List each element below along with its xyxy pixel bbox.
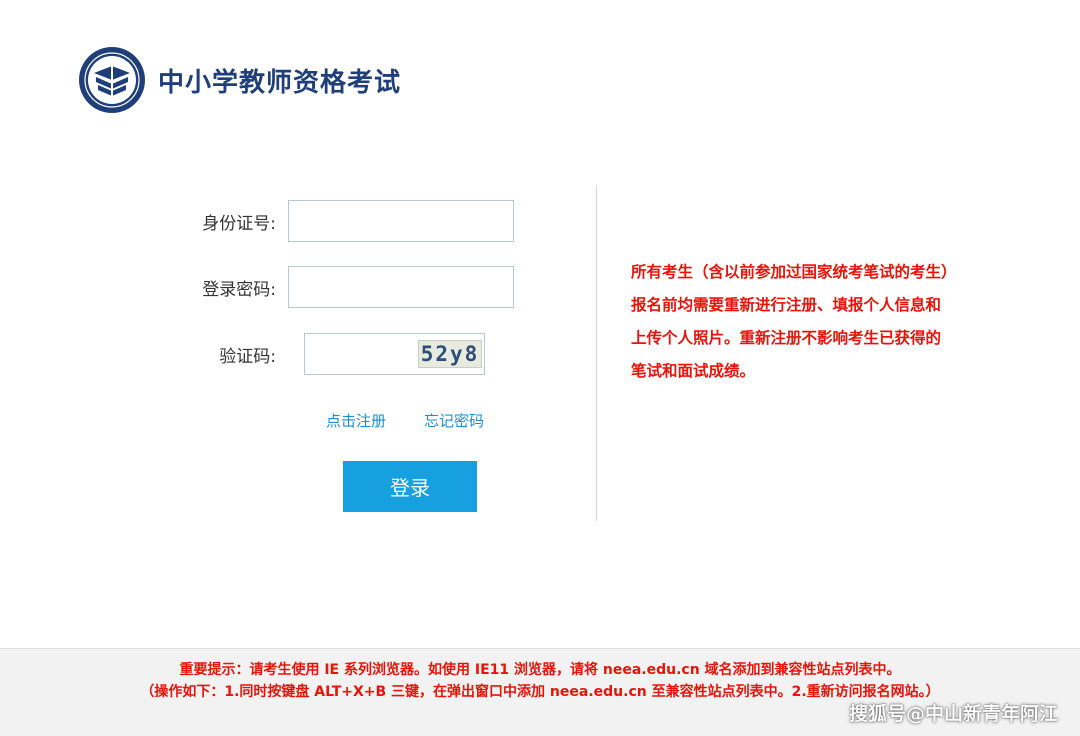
registration-notice: 所有考生（含以前参加过国家统考笔试的考生）报名前均需要重新进行注册、填报个人信息…	[631, 263, 949, 380]
register-link[interactable]: 点击注册	[326, 410, 386, 431]
footer-tip-line-1: 重要提示：请考生使用 IE 系列浏览器。如使用 IE11 浏览器，请将 neea…	[179, 662, 901, 678]
book-emblem-icon	[79, 47, 145, 113]
site-header: 中小学教师资格考试	[78, 46, 401, 114]
site-title: 中小学教师资格考试	[158, 67, 402, 98]
login-button[interactable]: 登录	[343, 461, 477, 512]
captcha-image[interactable]: 52y8	[418, 340, 482, 368]
captcha-field: 52y8	[304, 333, 485, 375]
forgot-password-link[interactable]: 忘记密码	[424, 410, 484, 431]
captcha-label: 验证码:	[219, 346, 276, 367]
id-number-input[interactable]	[288, 200, 514, 242]
password-label: 登录密码:	[202, 279, 276, 300]
form-links: 点击注册 忘记密码	[326, 410, 484, 431]
captcha-row: 验证码: 52y8	[170, 333, 485, 375]
password-input[interactable]	[288, 266, 514, 308]
password-row: 登录密码:	[170, 266, 514, 308]
watermark-text: 搜狐号@中山新青年阿江	[848, 703, 1058, 725]
footer-bar: 重要提示：请考生使用 IE 系列浏览器。如使用 IE11 浏览器，请将 neea…	[0, 648, 1080, 736]
id-row: 身份证号:	[170, 200, 514, 242]
footer-tip-line-2: （操作如下：1.同时按键盘 ALT+X+B 三键，在弹出窗口中添加 neea.e…	[140, 684, 940, 700]
login-page: 中小学教师资格考试 身份证号: 登录密码: 验证码: 52y8 点击注册 忘记密…	[0, 0, 1080, 736]
id-label: 身份证号:	[202, 213, 276, 234]
vertical-divider	[596, 185, 597, 521]
captcha-code: 52y8	[420, 342, 480, 366]
